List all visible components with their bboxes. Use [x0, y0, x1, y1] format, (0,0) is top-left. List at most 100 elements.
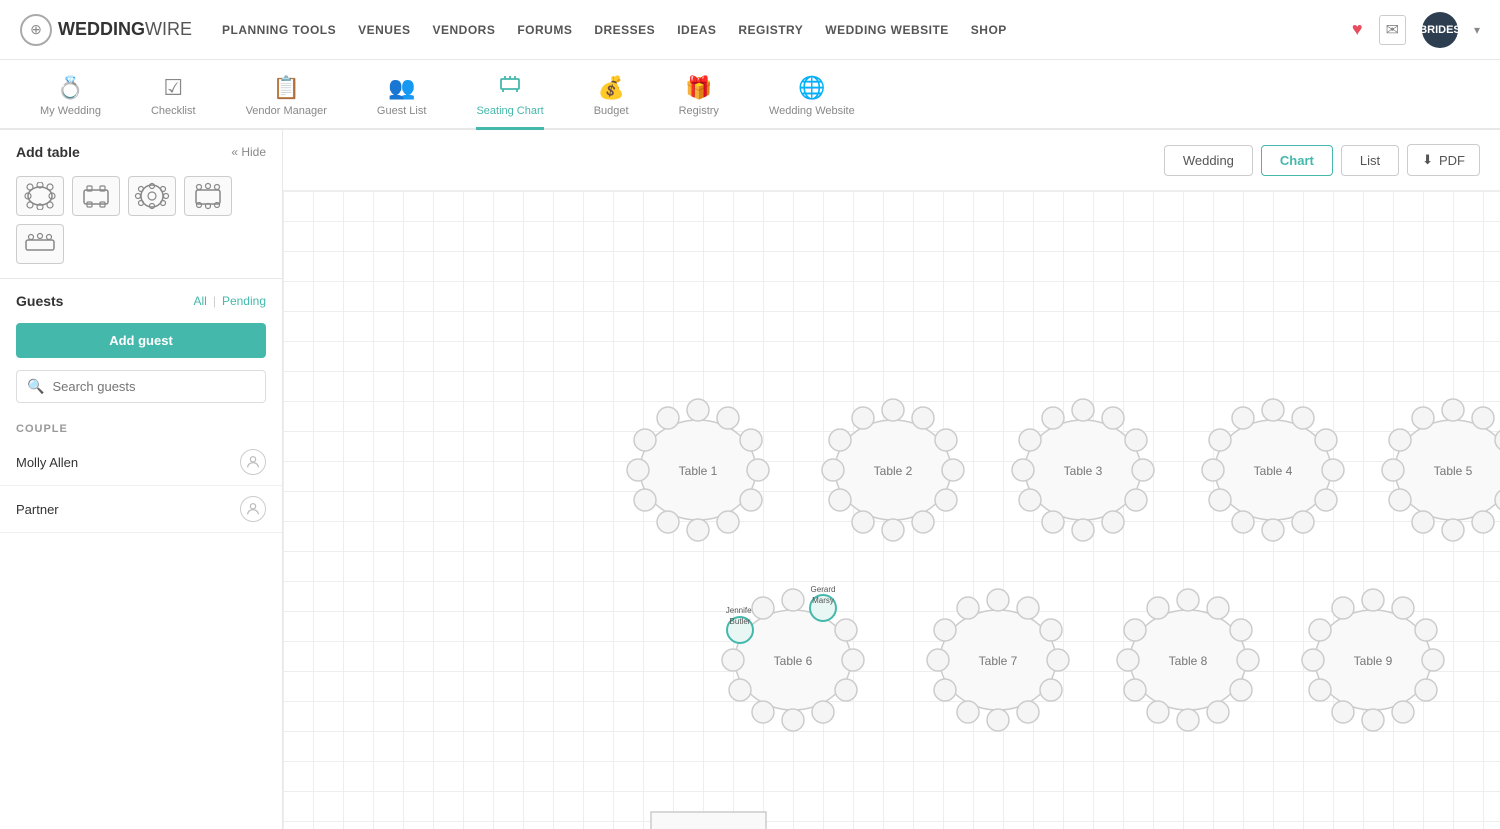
table-2[interactable]: Table 2	[822, 399, 964, 541]
add-guest-button[interactable]: Add guest	[16, 323, 266, 358]
vendor-manager-icon: 📋	[273, 75, 300, 101]
nav-vendor-manager[interactable]: 📋 Vendor Manager	[246, 75, 327, 130]
nav-my-wedding[interactable]: 💍 My Wedding	[40, 75, 101, 130]
download-icon: ⬇	[1422, 152, 1433, 168]
svg-text:Table 3: Table 3	[1064, 464, 1103, 478]
nav-checklist[interactable]: ☑ Checklist	[151, 75, 196, 130]
list-button[interactable]: List	[1341, 145, 1399, 176]
svg-text:Table 8: Table 8	[1169, 654, 1208, 668]
guest-name-molly: Molly Allen	[16, 455, 78, 470]
top-navigation: ⊕ WEDDINGWIRE PLANNING TOOLS VENUES VEND…	[0, 0, 1500, 60]
logo-text: WEDDINGWIRE	[58, 19, 192, 40]
svg-text:Table 9: Table 9	[1354, 654, 1393, 668]
add-table-icon-5[interactable]	[16, 224, 64, 264]
sidebar: Add table « Hide	[0, 130, 283, 829]
add-table-title: Add table	[16, 144, 80, 160]
seating-chart-canvas[interactable]: Table 1	[283, 191, 1500, 829]
filter-separator: |	[213, 294, 216, 308]
add-table-icon-4[interactable]	[184, 176, 232, 216]
table-3[interactable]: Table 3	[1012, 399, 1154, 541]
logo-ring: ⊕	[20, 14, 52, 46]
checklist-label: Checklist	[151, 105, 196, 117]
guest-avatar-molly	[240, 449, 266, 475]
registry-icon: 🎁	[685, 75, 712, 101]
svg-text:Table 1: Table 1	[679, 464, 718, 478]
table-8[interactable]: Table 8	[1117, 589, 1259, 731]
table-icon-palette	[0, 170, 282, 278]
filter-all-button[interactable]: All	[193, 294, 206, 308]
chart-toolbar: Wedding Chart List ⬇ PDF	[283, 130, 1500, 191]
add-table-icon-2[interactable]	[72, 176, 120, 216]
nav-registry[interactable]: REGISTRY	[738, 23, 803, 37]
guest-row-partner[interactable]: Partner	[0, 486, 282, 533]
table-9[interactable]: Table 9	[1302, 589, 1444, 731]
add-table-header: Add table « Hide	[0, 130, 282, 170]
guest-list-label: Guest List	[377, 105, 427, 117]
logo[interactable]: ⊕ WEDDINGWIRE	[20, 14, 192, 46]
grid-canvas[interactable]: Table 1	[283, 191, 1500, 829]
pdf-button[interactable]: ⬇ PDF	[1407, 144, 1480, 176]
seating-chart-icon	[498, 71, 522, 101]
svg-text:Table 7: Table 7	[979, 654, 1018, 668]
table-5[interactable]: Table 5	[1382, 399, 1500, 541]
add-table-icon-3[interactable]	[128, 176, 176, 216]
table-4[interactable]: Table 4	[1202, 399, 1344, 541]
bar-table[interactable]: Bar	[651, 812, 766, 829]
nav-seating-chart[interactable]: Seating Chart	[476, 71, 543, 130]
guest-name-partner: Partner	[16, 502, 59, 517]
hide-button[interactable]: « Hide	[231, 145, 266, 159]
guests-header: Guests All | Pending	[0, 279, 282, 319]
svg-text:Table 2: Table 2	[874, 464, 913, 478]
second-navigation: 💍 My Wedding ☑ Checklist 📋 Vendor Manage…	[0, 60, 1500, 130]
wedding-website-icon: 🌐	[798, 75, 825, 101]
search-box: 🔍	[16, 370, 266, 403]
guest-list-icon: 👥	[388, 75, 415, 101]
messages-icon[interactable]: ✉	[1379, 15, 1406, 45]
nav-ideas[interactable]: IDEAS	[677, 23, 716, 37]
nav-wedding-website[interactable]: WEDDING WEBSITE	[825, 23, 949, 37]
table-1[interactable]: Table 1	[627, 399, 769, 541]
chevron-down-icon[interactable]: ▾	[1474, 23, 1480, 37]
avatar[interactable]: BRIDES	[1422, 12, 1458, 48]
svg-text:Table 4: Table 4	[1254, 464, 1293, 478]
nav-registry[interactable]: 🎁 Registry	[679, 75, 719, 130]
table-7[interactable]: Table 7	[927, 589, 1069, 731]
budget-label: Budget	[594, 105, 629, 117]
search-icon: 🔍	[27, 378, 44, 395]
svg-text:Marsy: Marsy	[812, 596, 834, 605]
add-table-icon-1[interactable]	[16, 176, 64, 216]
guests-title: Guests	[16, 293, 63, 309]
svg-text:Jennifer: Jennifer	[726, 606, 755, 615]
seating-chart-label: Seating Chart	[476, 105, 543, 117]
nav-wedding-website-link[interactable]: 🌐 Wedding Website	[769, 75, 855, 130]
nav-shop[interactable]: SHOP	[971, 23, 1007, 37]
nav-dresses[interactable]: DRESSES	[594, 23, 655, 37]
nav-planning-tools[interactable]: PLANNING TOOLS	[222, 23, 336, 37]
guest-avatar-partner	[240, 496, 266, 522]
checklist-icon: ☑	[163, 75, 183, 101]
nav-vendors[interactable]: VENDORS	[432, 23, 495, 37]
vendor-manager-label: Vendor Manager	[246, 105, 327, 117]
svg-text:Table 5: Table 5	[1434, 464, 1473, 478]
nav-links: PLANNING TOOLS VENUES VENDORS FORUMS DRE…	[222, 23, 1322, 37]
chart-button[interactable]: Chart	[1261, 145, 1333, 176]
filter-buttons: All | Pending	[193, 294, 266, 308]
favorites-icon[interactable]: ♥	[1352, 19, 1363, 40]
filter-pending-button[interactable]: Pending	[222, 294, 266, 308]
couple-section-label: COUPLE	[0, 415, 282, 439]
svg-text:Table 6: Table 6	[774, 654, 813, 668]
nav-forums[interactable]: FORUMS	[517, 23, 572, 37]
wedding-button[interactable]: Wedding	[1164, 145, 1253, 176]
nav-guest-list[interactable]: 👥 Guest List	[377, 75, 427, 130]
my-wedding-icon: 💍	[57, 75, 84, 101]
wedding-website-label: Wedding Website	[769, 105, 855, 117]
my-wedding-label: My Wedding	[40, 105, 101, 117]
budget-icon: 💰	[597, 75, 624, 101]
nav-budget[interactable]: 💰 Budget	[594, 75, 629, 130]
search-input[interactable]	[52, 379, 255, 394]
pdf-label: PDF	[1439, 153, 1465, 168]
guest-row-molly[interactable]: Molly Allen	[0, 439, 282, 486]
main-layout: Add table « Hide	[0, 130, 1500, 829]
nav-venues[interactable]: VENUES	[358, 23, 410, 37]
table-6[interactable]: Table 6 Gerard Marsy Jennif	[722, 585, 864, 731]
